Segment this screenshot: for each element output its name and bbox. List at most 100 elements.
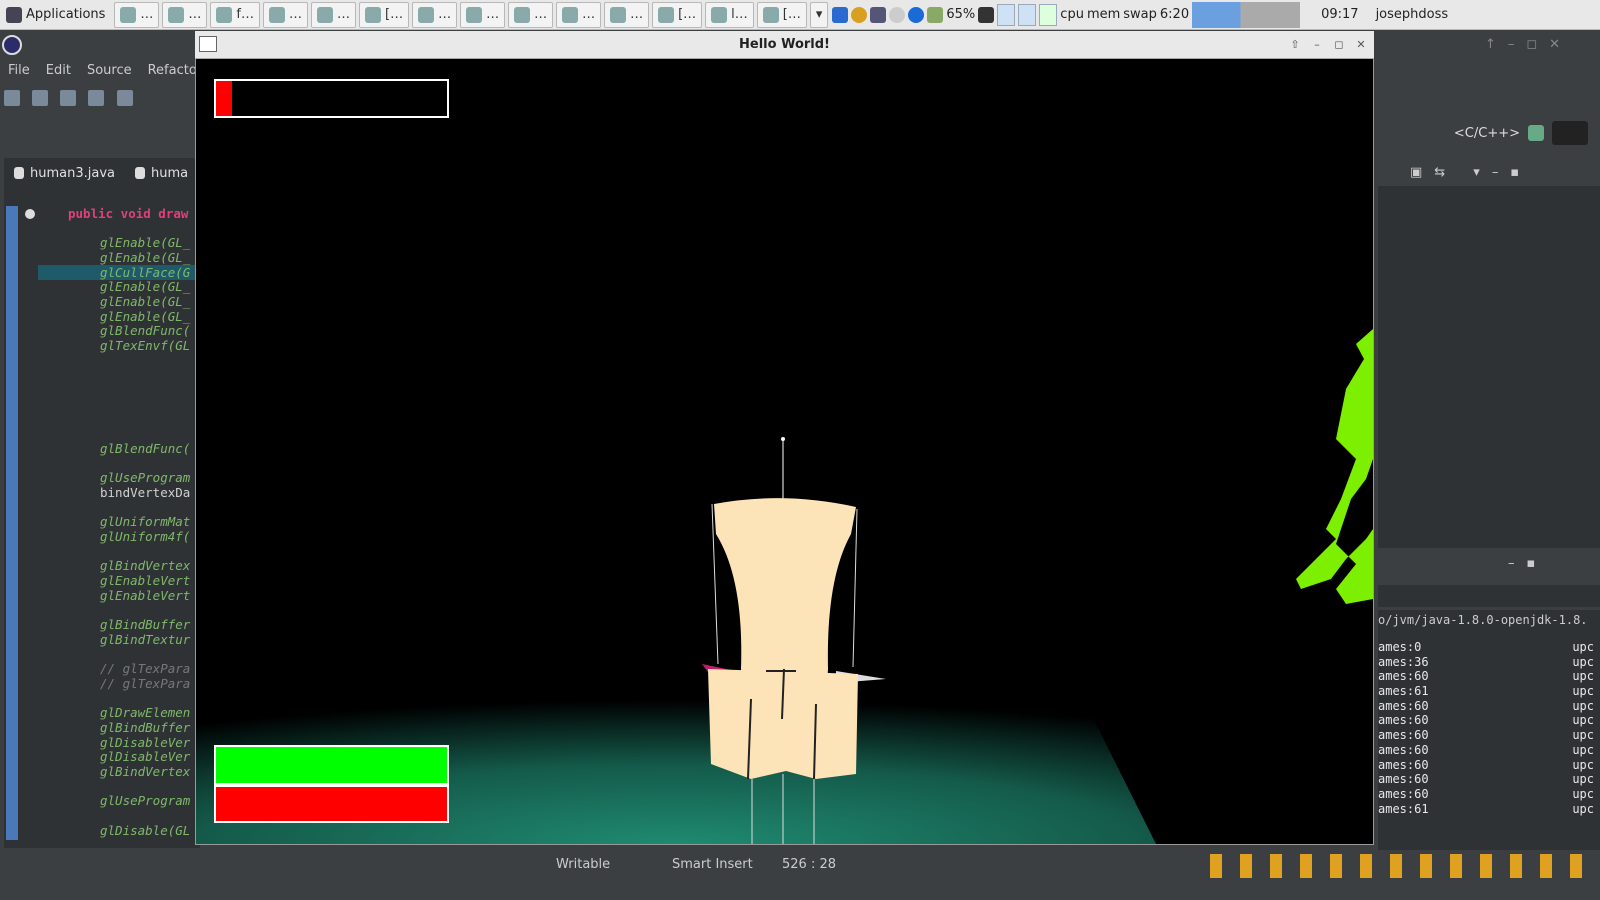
- taskbar-item[interactable]: …: [508, 1, 554, 28]
- disc-icon[interactable]: [889, 6, 906, 23]
- editor-tab[interactable]: human3.java: [4, 158, 125, 188]
- eclipse-toolbar: [0, 84, 200, 112]
- console-toolbar: [1378, 585, 1600, 607]
- console-minmax[interactable]: –▪: [1508, 556, 1547, 571]
- taskbar-item[interactable]: …: [311, 1, 356, 28]
- window-close-button[interactable]: ✕: [1353, 37, 1369, 53]
- taskbar-item-label: …: [534, 7, 548, 22]
- app-icon: [168, 6, 185, 23]
- code-line: glEnable(GL_: [100, 295, 191, 309]
- code-line: glUseProgram: [100, 794, 191, 808]
- code-line: glDisable(GL: [100, 824, 191, 838]
- net-graph: [1018, 3, 1037, 26]
- outline-view: [1378, 186, 1600, 548]
- code-line: bindVertexDa: [100, 486, 191, 500]
- taskbar-item[interactable]: l…: [705, 1, 754, 28]
- app-icon: [610, 6, 627, 23]
- code-line: glEnable(GL_: [100, 251, 191, 265]
- volume-muted-icon[interactable]: [978, 6, 995, 23]
- taskbar-item[interactable]: […: [359, 1, 410, 28]
- taskbar-item[interactable]: …: [604, 1, 650, 28]
- taskbar-item[interactable]: …: [162, 1, 208, 28]
- battery-icon[interactable]: [927, 6, 944, 23]
- taskbar-item[interactable]: […: [652, 1, 703, 28]
- app-icon: [365, 6, 381, 23]
- taskbar-overflow-button[interactable]: ▾: [809, 1, 829, 28]
- health-bar: [214, 745, 449, 785]
- menu-refacto[interactable]: Refacto: [148, 63, 197, 78]
- save-icon[interactable]: [32, 90, 49, 106]
- collapse-icon[interactable]: [25, 209, 35, 219]
- menu-file[interactable]: File: [8, 63, 30, 78]
- code-line: glUseProgram: [100, 471, 191, 485]
- window-maximize-button[interactable]: ◻: [1331, 37, 1347, 53]
- save-all-icon[interactable]: [60, 90, 77, 106]
- taskbar-item-label: …: [438, 7, 452, 22]
- taskbar-item[interactable]: …: [556, 1, 602, 28]
- menu-edit[interactable]: Edit: [46, 63, 71, 78]
- taskbar-item[interactable]: …: [460, 1, 506, 28]
- console-update: upc: [1572, 684, 1594, 699]
- gl-canvas[interactable]: [196, 59, 1373, 844]
- code-line: glBindBuffer: [100, 618, 191, 632]
- console-frames: ames:60: [1378, 728, 1429, 743]
- user-name[interactable]: josephdoss: [1376, 7, 1449, 22]
- debug-icon[interactable]: [116, 90, 133, 106]
- java-file-icon: [14, 167, 24, 179]
- console-view[interactable]: o/jvm/java-1.8.0-openjdk-1.8. ames:0 upc a…: [1378, 610, 1600, 850]
- battery-percent: 65%: [946, 7, 976, 22]
- damage-bar: [214, 785, 449, 823]
- scene-svg: [196, 329, 1373, 844]
- clock[interactable]: 09:17: [1321, 7, 1358, 22]
- workspace-switcher[interactable]: [1192, 1, 1301, 28]
- cpu-graph: [997, 3, 1016, 26]
- top-meter-fill: [216, 81, 233, 116]
- build-icon[interactable]: [88, 90, 105, 106]
- app-icon: [120, 6, 137, 23]
- console-line: ames:60 upc: [1378, 728, 1600, 743]
- taskbar-item[interactable]: …: [114, 1, 160, 28]
- status-insert-mode: Smart Insert: [672, 857, 753, 872]
- chrome-icon[interactable]: [851, 6, 868, 23]
- window-shade-button[interactable]: ⇧: [1287, 37, 1303, 53]
- menu-source[interactable]: Source: [87, 63, 132, 78]
- system-tray: 65% cpu mem swap 6:20 09:17 josephdoss: [832, 0, 1448, 30]
- new-icon[interactable]: [4, 90, 20, 106]
- console-update: upc: [1572, 698, 1594, 713]
- console-line: ames:60 upc: [1378, 772, 1600, 787]
- taskbar-item-label: […: [385, 7, 404, 22]
- outline-toolbar: ▣⇆ ▾–▪: [1410, 165, 1532, 180]
- console-frames: ames:61: [1378, 684, 1429, 699]
- taskbar-item[interactable]: […: [756, 1, 807, 28]
- teamviewer-icon[interactable]: [908, 6, 925, 23]
- java-perspective-button[interactable]: [1552, 121, 1588, 145]
- xfce-mouse-icon: [6, 6, 22, 23]
- app-icon: [711, 6, 728, 23]
- code-line: glDrawElemen: [100, 706, 191, 720]
- taskbar-item[interactable]: …: [263, 1, 308, 28]
- code-line: // glTexPara: [100, 662, 191, 676]
- bluetooth-icon[interactable]: [832, 6, 849, 23]
- applications-menu[interactable]: Applications: [0, 0, 111, 30]
- top-panel: Applications … … f… … … [… … … … … … [… l… [… ▾ 65% c…: [0, 0, 1600, 30]
- eclipse-window-controls[interactable]: ↑–◻✕: [1485, 37, 1572, 52]
- taskbar-item[interactable]: …: [412, 1, 458, 28]
- perspective-icon[interactable]: [1528, 125, 1544, 141]
- console-line: ames:36 upc: [1378, 655, 1600, 670]
- console-update: upc: [1572, 640, 1594, 654]
- console-line: ames:60 upc: [1378, 787, 1600, 802]
- perspective-label[interactable]: <C/C++>: [1454, 126, 1520, 141]
- window-titlebar[interactable]: Hello World! ⇧ – ◻ ✕: [195, 31, 1374, 59]
- taskbar-item[interactable]: f…: [210, 1, 260, 28]
- console-frames: ames:60: [1378, 757, 1429, 772]
- eclipse-menubar: File Edit Source Refacto: [0, 58, 200, 82]
- console-frames: ames:0: [1378, 640, 1422, 654]
- console-line: ames:61 upc: [1378, 684, 1600, 699]
- network-signal-icon[interactable]: [870, 6, 887, 23]
- console-update: upc: [1572, 713, 1594, 728]
- console-line: ames:60 upc: [1378, 713, 1600, 728]
- taskbar-item-label: […: [782, 7, 801, 22]
- window-minimize-button[interactable]: –: [1309, 37, 1325, 53]
- editor-tab[interactable]: huma: [125, 158, 198, 188]
- console-frames: ames:61: [1378, 801, 1429, 816]
